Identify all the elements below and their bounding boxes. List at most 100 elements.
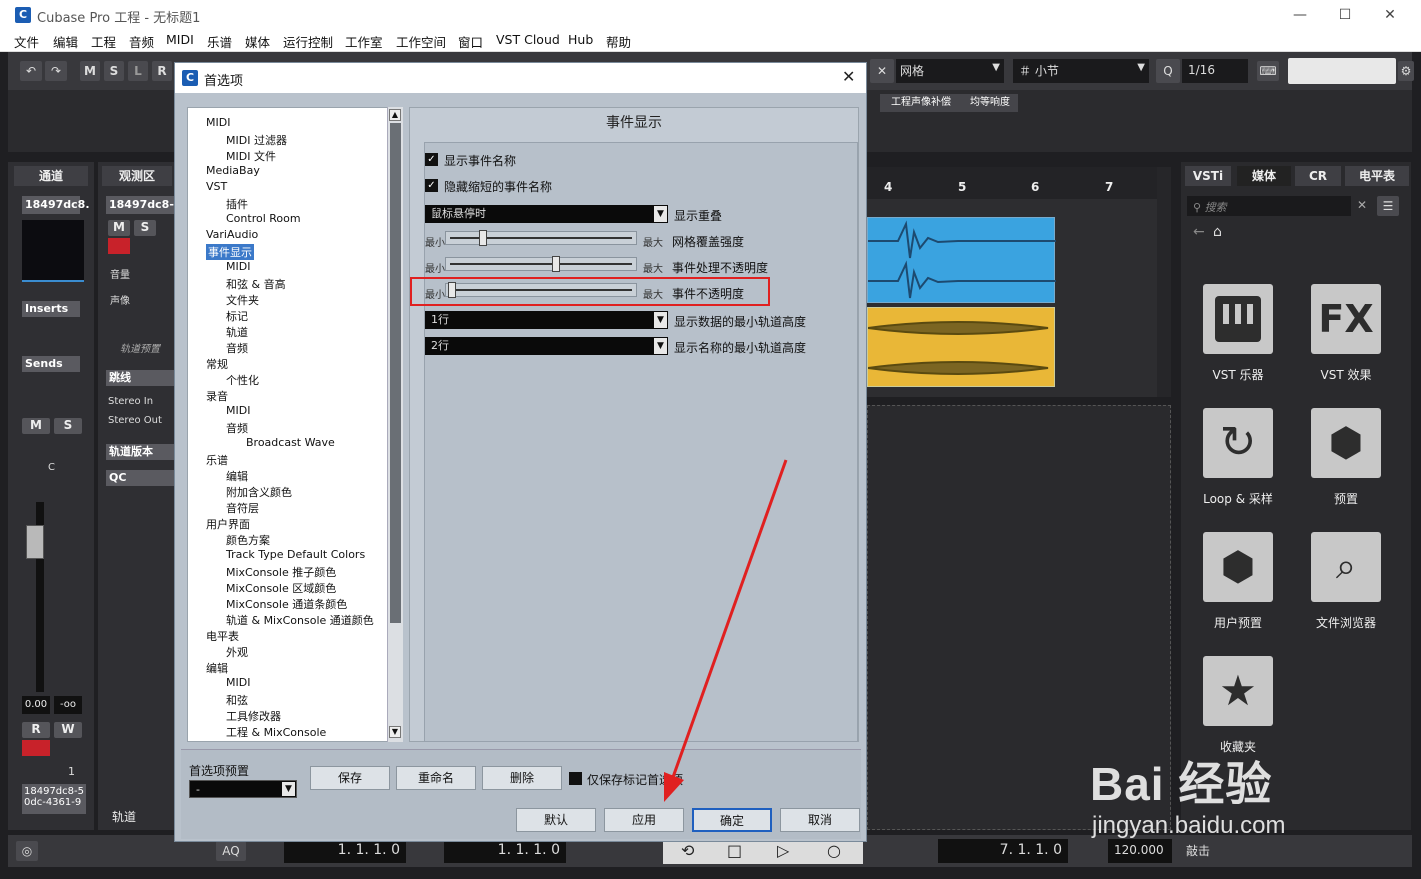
inspector-mute-button[interactable]: M bbox=[108, 220, 130, 236]
equal-loudness-button[interactable]: 均等响度 bbox=[962, 94, 1018, 112]
read-automation-button[interactable]: R bbox=[22, 722, 50, 738]
mute-button[interactable]: M bbox=[80, 61, 100, 81]
channel-solo-button[interactable]: S bbox=[54, 418, 82, 434]
tree-item[interactable]: 音频 bbox=[226, 340, 248, 356]
menu-media[interactable]: 媒体 bbox=[245, 32, 270, 51]
left-locator-position[interactable]: 1. 1. 1. 0 bbox=[284, 839, 406, 863]
cycle-icon[interactable]: ⟲ bbox=[681, 841, 694, 860]
scroll-thumb[interactable] bbox=[390, 123, 401, 623]
tree-item[interactable]: 轨道 & MixConsole 通道颜色 bbox=[226, 612, 374, 628]
track-tab-label[interactable]: 轨道 bbox=[112, 808, 136, 825]
home-icon[interactable]: ⌂ bbox=[1213, 224, 1222, 240]
tree-item[interactable]: VariAudio bbox=[206, 228, 258, 241]
clear-search-icon[interactable]: ✕ bbox=[1357, 198, 1367, 212]
tree-item[interactable]: 录音 bbox=[206, 388, 228, 404]
routing-section[interactable]: 跳线 bbox=[106, 370, 174, 386]
menu-vst-cloud[interactable]: VST Cloud bbox=[496, 32, 560, 47]
gear-icon[interactable]: ⚙ bbox=[1398, 61, 1414, 81]
tree-item[interactable]: VST bbox=[206, 180, 227, 193]
menu-score[interactable]: 乐谱 bbox=[207, 32, 232, 51]
ok-button[interactable]: 确定 bbox=[692, 808, 772, 832]
fader-value[interactable]: 0.00 bbox=[22, 696, 50, 714]
keyboard-icon[interactable]: ⌨ bbox=[1257, 61, 1279, 81]
tree-scrollbar[interactable]: ▲ ▼ bbox=[387, 107, 403, 742]
back-arrow-icon[interactable]: ← bbox=[1193, 224, 1205, 240]
inspector-solo-button[interactable]: S bbox=[134, 220, 156, 236]
menu-file[interactable]: 文件 bbox=[14, 32, 39, 51]
menu-help[interactable]: 帮助 bbox=[606, 32, 631, 51]
media-search-input[interactable]: ⚲ 搜索 bbox=[1187, 196, 1351, 216]
cancel-button[interactable]: 取消 bbox=[780, 808, 860, 832]
tree-item[interactable]: 编辑 bbox=[206, 660, 228, 676]
undo-button[interactable]: ↶ bbox=[20, 61, 42, 81]
tree-item[interactable]: 附加含义颜色 bbox=[226, 484, 292, 500]
audio-event-yellow[interactable] bbox=[867, 307, 1055, 387]
minimize-button[interactable]: — bbox=[1285, 4, 1315, 26]
menu-window[interactable]: 窗口 bbox=[458, 32, 483, 51]
preset-select[interactable]: - ▼ bbox=[189, 780, 297, 798]
quantize-icon[interactable]: Q bbox=[1156, 59, 1180, 83]
slider-thumb[interactable] bbox=[552, 256, 561, 272]
project-pan-compensation-button[interactable]: 工程声像补偿 bbox=[880, 94, 962, 112]
tempo-field[interactable]: 120.000 bbox=[1108, 839, 1172, 863]
stop-icon[interactable]: □ bbox=[727, 841, 742, 860]
sends-label[interactable]: Sends bbox=[22, 356, 80, 372]
menu-workspaces[interactable]: 工作空间 bbox=[396, 32, 446, 51]
close-window-button[interactable]: ✕ bbox=[1375, 4, 1405, 26]
output-routing[interactable]: Stereo Out bbox=[108, 415, 162, 426]
menu-transport[interactable]: 运行控制 bbox=[283, 32, 333, 51]
record-enable-button[interactable] bbox=[22, 740, 50, 756]
tree-item[interactable]: 电平表 bbox=[206, 628, 239, 644]
write-automation-button[interactable]: W bbox=[54, 722, 82, 738]
tree-item[interactable]: MIDI bbox=[226, 676, 250, 689]
show-event-names-checkbox[interactable]: ✓ bbox=[425, 153, 438, 166]
tab-channel[interactable]: 通道 bbox=[14, 166, 88, 186]
read-button[interactable]: R bbox=[152, 61, 172, 81]
maximize-button[interactable]: ☐ bbox=[1330, 4, 1360, 26]
play-icon[interactable]: ▷ bbox=[777, 841, 789, 860]
tree-item[interactable]: 和弦 & 音高 bbox=[226, 276, 286, 292]
track-preset-label[interactable]: 轨道预置 bbox=[120, 340, 160, 355]
snap-icon[interactable]: ✕ bbox=[870, 59, 894, 83]
menu-midi[interactable]: MIDI bbox=[166, 32, 194, 47]
tree-item[interactable]: 文件夹 bbox=[226, 292, 259, 308]
delete-preset-button[interactable]: 删除 bbox=[482, 766, 562, 790]
solo-button[interactable]: S bbox=[104, 61, 124, 81]
redo-button[interactable]: ↷ bbox=[45, 61, 67, 81]
tab-media[interactable]: 媒体 bbox=[1237, 166, 1291, 186]
qc-section[interactable]: QC bbox=[106, 470, 174, 486]
tree-item[interactable]: MixConsole 区域颜色 bbox=[226, 580, 336, 596]
file-browser-icon[interactable]: ⌕ bbox=[1311, 532, 1381, 602]
settings-icon[interactable]: ◎ bbox=[16, 841, 38, 861]
dialog-close-button[interactable]: ✕ bbox=[842, 67, 855, 86]
grid-overlay-slider[interactable] bbox=[445, 230, 637, 246]
tree-item[interactable]: 乐谱 bbox=[206, 452, 228, 468]
inspector-record-button[interactable] bbox=[108, 238, 130, 254]
audio-event-blue[interactable] bbox=[867, 217, 1056, 303]
inserts-label[interactable]: Inserts bbox=[22, 301, 80, 317]
menu-audio[interactable]: 音频 bbox=[129, 32, 154, 51]
apply-button[interactable]: 应用 bbox=[604, 808, 684, 832]
star-icon[interactable]: ★ bbox=[1203, 656, 1273, 726]
hide-truncated-names-checkbox[interactable]: ✓ bbox=[425, 179, 438, 192]
preset-hex-icon[interactable]: ⬢ bbox=[1311, 408, 1381, 478]
tree-item[interactable]: 工程 & MixConsole bbox=[226, 724, 326, 740]
listen-button[interactable]: L bbox=[128, 61, 148, 81]
tree-item[interactable]: 个性化 bbox=[226, 372, 259, 388]
tree-item[interactable]: 标记 bbox=[226, 308, 248, 324]
tree-item[interactable]: 轨道 bbox=[226, 324, 248, 340]
tree-item[interactable]: Broadcast Wave bbox=[246, 436, 335, 449]
tree-item[interactable]: MixConsole 通道条颜色 bbox=[226, 596, 347, 612]
quantize-grid-select[interactable]: ＃ 小节 ▼ bbox=[1013, 59, 1149, 83]
tree-item[interactable]: MIDI bbox=[226, 404, 250, 417]
tree-item[interactable]: 用户界面 bbox=[206, 516, 250, 532]
handle-opacity-slider[interactable] bbox=[445, 256, 637, 272]
ruler[interactable]: 4 5 6 7 bbox=[867, 167, 1157, 199]
tab-cr[interactable]: CR bbox=[1295, 166, 1341, 186]
loop-icon[interactable]: ↻ bbox=[1203, 408, 1273, 478]
tree-item[interactable]: 编辑 bbox=[226, 468, 248, 484]
rename-preset-button[interactable]: 重命名 bbox=[396, 766, 476, 790]
tree-item[interactable]: MIDI 过滤器 bbox=[226, 132, 287, 148]
tree-item[interactable]: Control Room bbox=[226, 212, 301, 225]
fx-icon[interactable]: FX bbox=[1311, 284, 1381, 354]
